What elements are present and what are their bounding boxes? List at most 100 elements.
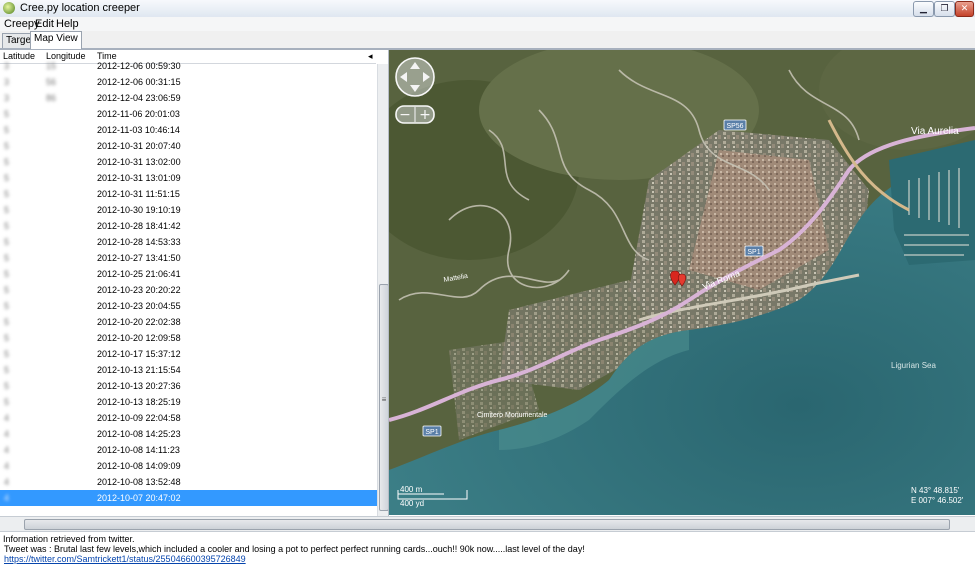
cell-time: 2012-11-03 10:46:14 xyxy=(97,125,180,135)
locations-table: Latitude Longitude Time ◂ 3 15 2012-12-0… xyxy=(0,50,389,516)
cell-time: 2012-10-08 14:09:09 xyxy=(97,461,181,471)
close-button[interactable]: ✕ xyxy=(955,1,974,17)
table-row[interactable]: 4 2012-10-08 14:11:23 xyxy=(0,442,377,458)
table-row[interactable]: 5 2012-11-06 20:01:03 xyxy=(0,106,377,122)
zoom-in-button[interactable]: + xyxy=(419,107,431,123)
cell-longitude: 86 xyxy=(46,93,57,103)
cell-time: 2012-10-31 13:01:09 xyxy=(97,173,181,183)
cell-time: 2012-11-06 20:01:03 xyxy=(97,109,180,119)
cell-latitude: 5 xyxy=(4,189,10,199)
table-row[interactable]: 5 2012-10-23 20:04:55 xyxy=(0,298,377,314)
table-row[interactable]: 3 56 2012-12-06 00:31:15 xyxy=(0,74,377,90)
map-canvas[interactable]: SP56 SP1 SP1 Via Aurelia Via Roma Liguri… xyxy=(389,50,975,515)
table-row[interactable]: 5 2012-10-31 20:07:40 xyxy=(0,138,377,154)
table-row[interactable]: 5 2012-10-20 22:02:38 xyxy=(0,314,377,330)
table-body: 3 15 2012-12-06 00:59:30 3 56 2012-12-06… xyxy=(0,61,377,516)
cell-latitude: 5 xyxy=(4,253,10,263)
table-row[interactable]: 4 2012-10-08 14:09:09 xyxy=(0,458,377,474)
map-label-ligurian-sea: Ligurian Sea xyxy=(891,361,936,370)
vertical-scrollbar[interactable]: ≡ xyxy=(377,64,388,516)
table-row[interactable]: 5 2012-10-31 13:02:00 xyxy=(0,154,377,170)
table-row[interactable]: 5 2012-10-28 14:53:33 xyxy=(0,234,377,250)
cell-latitude: 4 xyxy=(4,493,10,503)
horizontal-scrollbar[interactable] xyxy=(0,516,975,532)
table-row[interactable]: 5 2012-10-13 18:25:19 xyxy=(0,394,377,410)
scale-yards: 400 yd xyxy=(400,499,424,508)
table-row[interactable]: 5 2012-10-27 13:41:50 xyxy=(0,250,377,266)
maximize-button[interactable]: ❐ xyxy=(934,1,955,17)
table-row[interactable]: 4 2012-10-08 14:25:23 xyxy=(0,426,377,442)
map-label-sp1-top: SP1 xyxy=(747,249,760,256)
cell-time: 2012-10-13 21:15:54 xyxy=(97,365,181,375)
table-row[interactable]: 5 2012-10-23 20:20:22 xyxy=(0,282,377,298)
cell-time: 2012-10-25 21:06:41 xyxy=(97,269,181,279)
table-row[interactable]: 4 2012-10-07 20:47:02 xyxy=(0,490,377,506)
cell-time: 2012-10-17 15:37:12 xyxy=(97,349,181,359)
menu-help[interactable]: Help xyxy=(56,18,79,30)
cell-latitude: 4 xyxy=(4,429,10,439)
table-row[interactable]: 3 86 2012-12-04 23:06:59 xyxy=(0,90,377,106)
cell-time: 2012-10-08 14:25:23 xyxy=(97,429,181,439)
cell-latitude: 4 xyxy=(4,445,10,455)
cell-latitude: 5 xyxy=(4,125,10,135)
map-coord-lon: E 007° 46.502' xyxy=(911,496,964,505)
cell-latitude: 3 xyxy=(4,61,10,71)
map-harbor xyxy=(889,140,975,265)
table-row[interactable]: 5 2012-10-31 11:51:15 xyxy=(0,186,377,202)
table-row[interactable]: 3 15 2012-12-06 00:59:30 xyxy=(0,58,377,74)
table-row[interactable]: 5 2012-10-17 15:37:12 xyxy=(0,346,377,362)
table-row[interactable]: 5 2012-10-13 20:27:36 xyxy=(0,378,377,394)
cell-latitude: 5 xyxy=(4,317,10,327)
map-coord-lat: N 43° 48.815' xyxy=(911,486,960,495)
cell-time: 2012-12-04 23:06:59 xyxy=(97,93,181,103)
map-pan-control[interactable] xyxy=(395,57,435,97)
horizontal-scroll-thumb[interactable] xyxy=(24,519,950,530)
tweet-link[interactable]: https://twitter.com/Samtrickett1/status/… xyxy=(4,554,246,564)
map-label-sp56: SP56 xyxy=(726,123,743,130)
cell-time: 2012-10-20 12:09:58 xyxy=(97,333,181,343)
cell-latitude: 4 xyxy=(4,461,10,471)
minimize-button[interactable]: ▁ xyxy=(913,1,934,17)
cell-time: 2012-12-06 00:31:15 xyxy=(97,77,181,87)
cell-time: 2012-10-08 13:52:48 xyxy=(97,477,181,487)
zoom-out-button[interactable]: − xyxy=(399,107,411,123)
table-row[interactable]: 5 2012-10-31 13:01:09 xyxy=(0,170,377,186)
table-row[interactable]: 5 2012-10-25 21:06:41 xyxy=(0,266,377,282)
cell-time: 2012-10-30 19:10:19 xyxy=(97,205,181,215)
satellite-map[interactable]: SP56 SP1 SP1 Via Aurelia Via Roma Liguri… xyxy=(389,50,975,515)
vertical-scroll-thumb[interactable]: ≡ xyxy=(379,284,388,511)
cell-latitude: 4 xyxy=(4,477,10,487)
cell-time: 2012-10-28 14:53:33 xyxy=(97,237,181,247)
cell-latitude: 5 xyxy=(4,221,10,231)
table-row[interactable]: 5 2012-10-30 19:10:19 xyxy=(0,202,377,218)
cell-time: 2012-10-20 22:02:38 xyxy=(97,317,181,327)
table-row[interactable]: 4 2012-10-08 13:52:48 xyxy=(0,474,377,490)
cell-time: 2012-10-27 13:41:50 xyxy=(97,253,181,263)
cell-latitude: 5 xyxy=(4,109,10,119)
cell-time: 2012-10-13 18:25:19 xyxy=(97,397,181,407)
scale-meters: 400 m xyxy=(400,485,423,494)
cell-latitude: 5 xyxy=(4,333,10,343)
cell-time: 2012-10-13 20:27:36 xyxy=(97,381,181,391)
menu-edit[interactable]: Edit xyxy=(35,18,54,30)
title-bar: Cree.py location creeper ▁ ❐ ✕ xyxy=(0,0,975,18)
cell-time: 2012-10-31 13:02:00 xyxy=(97,157,181,167)
tab-map-view[interactable]: Map View xyxy=(30,31,82,49)
cell-latitude: 5 xyxy=(4,301,10,311)
table-row[interactable]: 5 2012-11-03 10:46:14 xyxy=(0,122,377,138)
cell-latitude: 5 xyxy=(4,237,10,247)
cell-time: 2012-10-09 22:04:58 xyxy=(97,413,181,423)
map-zoom-control[interactable]: − + xyxy=(395,105,435,124)
cell-latitude: 5 xyxy=(4,141,10,151)
table-row[interactable]: 5 2012-10-20 12:09:58 xyxy=(0,330,377,346)
cell-latitude: 5 xyxy=(4,173,10,183)
table-row[interactable]: 5 2012-10-28 18:41:42 xyxy=(0,218,377,234)
cell-latitude: 5 xyxy=(4,269,10,279)
cell-time: 2012-10-08 14:11:23 xyxy=(97,445,180,455)
table-row[interactable]: 4 2012-10-09 22:04:58 xyxy=(0,410,377,426)
cell-time: 2012-12-06 00:59:30 xyxy=(97,61,181,71)
cell-time: 2012-10-31 20:07:40 xyxy=(97,141,181,151)
table-row[interactable]: 5 2012-10-13 21:15:54 xyxy=(0,362,377,378)
map-view-content: Latitude Longitude Time ◂ 3 15 2012-12-0… xyxy=(0,49,975,532)
cell-time: 2012-10-07 20:47:02 xyxy=(97,493,181,503)
